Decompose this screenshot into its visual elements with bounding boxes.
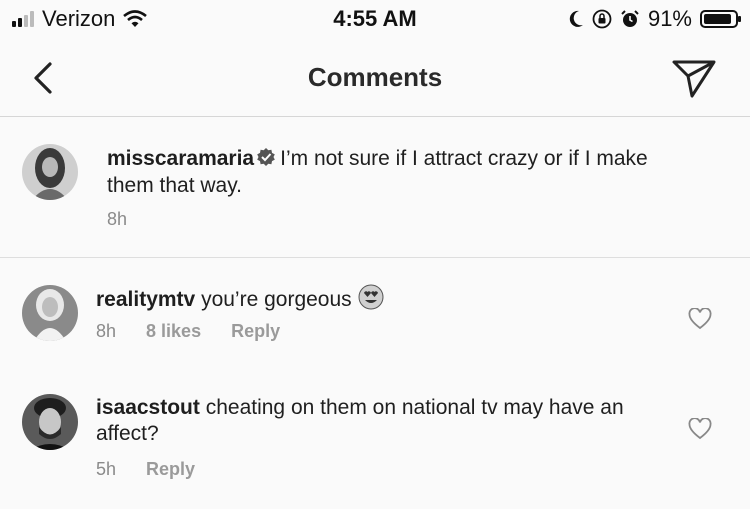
comment-time: 5h (96, 459, 117, 479)
like-heart-icon[interactable] (688, 418, 712, 440)
reply-button[interactable]: Reply (146, 459, 195, 480)
comment-username[interactable]: realitymtv (96, 288, 195, 311)
like-heart-icon[interactable] (688, 308, 712, 330)
comment-body: you’re gorgeous (201, 288, 352, 311)
caption-time: 8h (107, 209, 128, 229)
comment-item: isaacstout cheating on them on national … (0, 370, 750, 509)
comment-text: realitymtv you’re gorgeous (96, 284, 656, 313)
comment-likes[interactable]: 8 likes (146, 321, 201, 342)
nav-bar: Comments (0, 40, 750, 117)
alarm-icon (621, 10, 639, 27)
comment-time: 8h (96, 321, 117, 341)
rotation-lock-icon (592, 9, 612, 29)
avatar[interactable] (22, 285, 78, 341)
comment-text: isaacstout cheating on them on national … (96, 395, 656, 447)
comment-username[interactable]: isaacstout (96, 396, 200, 419)
moon-icon (569, 10, 583, 27)
battery-icon (700, 10, 741, 28)
battery-fill (704, 14, 732, 24)
direct-send-icon[interactable] (670, 56, 718, 100)
status-bar: Verizon 4:55 AM 91% (0, 0, 750, 40)
page-title: Comments (307, 62, 443, 92)
comment-meta: 5h Reply (96, 459, 195, 480)
reply-button[interactable]: Reply (231, 321, 280, 342)
heart-eyes-emoji-icon (358, 284, 384, 310)
status-right: 91% (568, 6, 741, 32)
caption-username[interactable]: misscaramaria (107, 147, 254, 170)
battery-percent: 91% (647, 6, 692, 31)
avatar[interactable] (22, 144, 78, 200)
verified-badge-icon (257, 148, 275, 166)
avatar[interactable] (22, 394, 78, 450)
post-caption: misscaramaria I’m not sure if I attract … (0, 117, 750, 258)
comment-item: realitymtv you’re gorgeous 8h 8 likes Re… (0, 258, 750, 370)
caption-text: misscaramaria I’m not sure if I attract … (107, 145, 667, 199)
comment-meta: 8h 8 likes Reply (96, 321, 280, 342)
